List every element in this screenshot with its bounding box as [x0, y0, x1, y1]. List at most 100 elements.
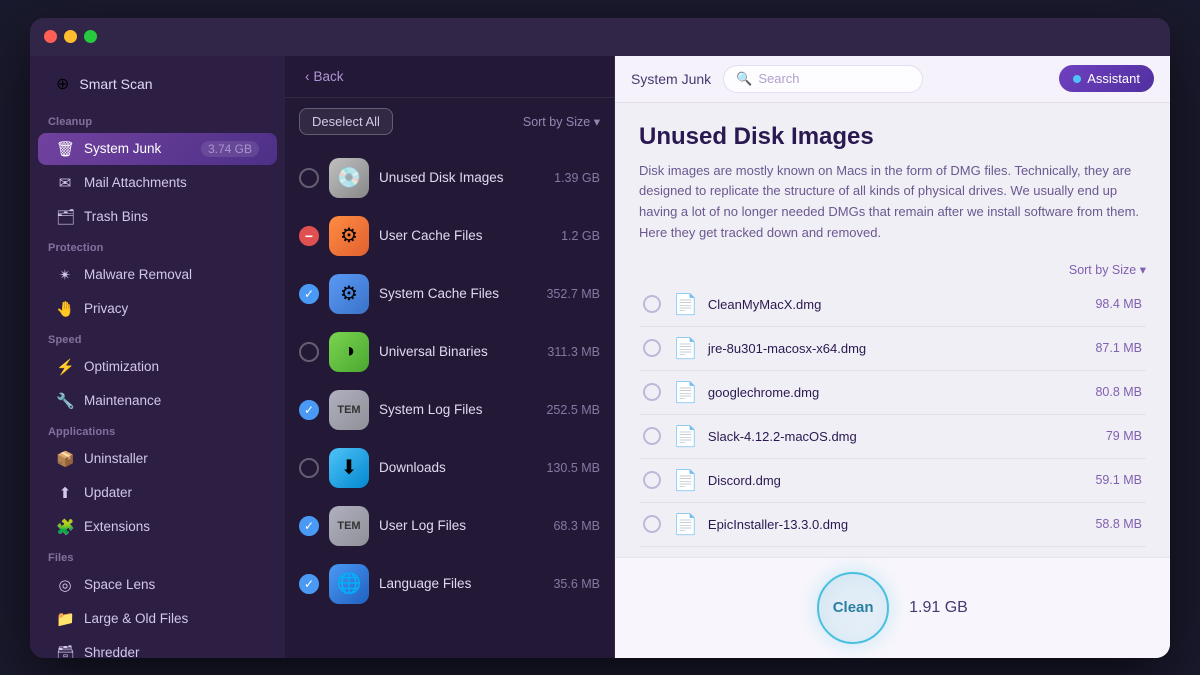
sidebar-item-mail-attachments[interactable]: ✉ Mail Attachments [38, 167, 277, 199]
list-item[interactable]: ✓ TEM System Log Files 252.5 MB [285, 381, 614, 439]
sidebar-item-optimization[interactable]: ⚡ Optimization [38, 351, 277, 383]
sidebar-smart-scan-label: Smart Scan [79, 76, 152, 92]
sidebar-item-label: Mail Attachments [84, 175, 187, 190]
minimize-button[interactable] [64, 30, 77, 43]
dmg-list-item[interactable]: 📄 Discord.dmg 59.1 MB [639, 459, 1146, 503]
malware-icon: ✴ [56, 266, 74, 284]
assistant-button[interactable]: Assistant [1059, 65, 1154, 92]
trash-icon: 🗂 [56, 208, 74, 226]
file-type-icon: ⚙ [329, 216, 369, 256]
middle-panel: ‹ Back Deselect All Sort by Size ▾ 💿 Unu… [285, 56, 615, 658]
sidebar-item-privacy[interactable]: 🤚 Privacy [38, 293, 277, 325]
list-item[interactable]: ⬇ Downloads 130.5 MB [285, 439, 614, 497]
page-description: Disk images are mostly known on Macs in … [639, 161, 1146, 244]
dmg-name: Slack-4.12.2-macOS.dmg [708, 429, 1106, 444]
dmg-list-item[interactable]: 📄 Slack-4.12.2-macOS.dmg 79 MB [639, 415, 1146, 459]
sidebar-item-updater[interactable]: ⬆ Updater [38, 477, 277, 509]
dmg-name: googlechrome.dmg [708, 385, 1096, 400]
right-footer: Clean 1.91 GB [615, 557, 1170, 658]
sidebar-item-space-lens[interactable]: ◎ Space Lens [38, 569, 277, 601]
deselect-all-button[interactable]: Deselect All [299, 108, 393, 135]
file-name: Universal Binaries [379, 344, 488, 359]
sidebar-item-label: Large & Old Files [84, 611, 188, 626]
sidebar-item-maintenance[interactable]: 🔧 Maintenance [38, 385, 277, 417]
list-item[interactable]: ◑ Universal Binaries 311.3 MB [285, 323, 614, 381]
sidebar-item-label: Maintenance [84, 393, 161, 408]
file-checkbox[interactable]: ✓ [299, 400, 319, 420]
dmg-radio[interactable] [643, 383, 661, 401]
right-panel: System Junk 🔍 Assistant Unused Disk Imag… [615, 56, 1170, 658]
right-sort-area: Sort by Size ▾ [639, 262, 1146, 277]
sidebar-item-uninstaller[interactable]: 📦 Uninstaller [38, 443, 277, 475]
dmg-radio[interactable] [643, 427, 661, 445]
file-checkbox[interactable]: ✓ [299, 574, 319, 594]
file-name: Downloads [379, 460, 446, 475]
file-name: User Log Files [379, 518, 466, 533]
sort-by-size-button[interactable]: Sort by Size ▾ [523, 114, 600, 129]
dmg-radio[interactable] [643, 295, 661, 313]
shredder-icon: 🗃 [56, 644, 74, 658]
close-button[interactable] [44, 30, 57, 43]
file-size: 1.2 GB [561, 229, 600, 243]
dmg-name: CleanMyMacX.dmg [708, 297, 1096, 312]
dmg-list-item[interactable]: 📄 EpicInstaller-13.3.0.dmg 58.8 MB [639, 503, 1146, 547]
list-item[interactable]: ✓ TEM User Log Files 68.3 MB [285, 497, 614, 555]
file-checkbox[interactable] [299, 458, 319, 478]
page-title: Unused Disk Images [639, 123, 1146, 151]
file-checkbox[interactable] [299, 342, 319, 362]
dmg-size: 79 MB [1106, 429, 1142, 443]
file-size: 311.3 MB [547, 345, 600, 359]
back-button[interactable]: ‹ Back [299, 66, 350, 87]
list-item[interactable]: ✓ 🌐 Language Files 35.6 MB [285, 555, 614, 613]
dmg-list-item[interactable]: 📄 VisualStudioForMacInstaller__b440167bc… [639, 547, 1146, 557]
maximize-button[interactable] [84, 30, 97, 43]
sidebar-section-cleanup: Cleanup [30, 108, 285, 132]
dmg-file-icon: 📄 [673, 380, 698, 405]
clean-button[interactable]: Clean [817, 572, 889, 644]
mail-icon: ✉ [56, 174, 74, 192]
file-checkbox[interactable]: − [299, 226, 319, 246]
optimization-icon: ⚡ [56, 358, 74, 376]
system-junk-icon: 🗑 [56, 140, 74, 158]
file-checkbox[interactable]: ✓ [299, 516, 319, 536]
dmg-list-item[interactable]: 📄 jre-8u301-macosx-x64.dmg 87.1 MB [639, 327, 1146, 371]
updater-icon: ⬆ [56, 484, 74, 502]
back-chevron-icon: ‹ [305, 69, 310, 84]
right-sort-button[interactable]: Sort by Size ▾ [1069, 262, 1146, 277]
sidebar-item-label: Extensions [84, 519, 150, 534]
dmg-radio[interactable] [643, 515, 661, 533]
file-type-icon: ⬇ [329, 448, 369, 488]
file-type-icon: TEM [329, 390, 369, 430]
sidebar-section-files: Files [30, 544, 285, 568]
file-name: Language Files [379, 576, 471, 591]
dmg-list-item[interactable]: 📄 CleanMyMacX.dmg 98.4 MB [639, 283, 1146, 327]
sidebar-section-speed: Speed [30, 326, 285, 350]
sidebar-item-trash-bins[interactable]: 🗂 Trash Bins [38, 201, 277, 233]
list-item[interactable]: − ⚙ User Cache Files 1.2 GB [285, 207, 614, 265]
dmg-name: Discord.dmg [708, 473, 1096, 488]
main-content: ⊕ Smart Scan Cleanup 🗑 System Junk 3.74 … [30, 56, 1170, 658]
sidebar-item-label: Updater [84, 485, 132, 500]
sidebar-item-extensions[interactable]: 🧩 Extensions [38, 511, 277, 543]
sidebar-item-smart-scan[interactable]: ⊕ Smart Scan [38, 66, 277, 102]
sidebar-item-shredder[interactable]: 🗃 Shredder [38, 637, 277, 658]
search-input[interactable] [758, 71, 934, 86]
file-type-icon: ◑ [329, 332, 369, 372]
file-checkbox[interactable] [299, 168, 319, 188]
file-size: 68.3 MB [553, 519, 600, 533]
middle-topbar: ‹ Back [285, 56, 614, 98]
sidebar-item-large-old-files[interactable]: 📁 Large & Old Files [38, 603, 277, 635]
sidebar-item-system-junk[interactable]: 🗑 System Junk 3.74 GB [38, 133, 277, 165]
sidebar-item-label: Malware Removal [84, 267, 192, 282]
dmg-list-item[interactable]: 📄 googlechrome.dmg 80.8 MB [639, 371, 1146, 415]
file-size: 352.7 MB [546, 287, 600, 301]
sidebar-item-malware-removal[interactable]: ✴ Malware Removal [38, 259, 277, 291]
list-item[interactable]: ✓ ⚙ System Cache Files 352.7 MB [285, 265, 614, 323]
dmg-size: 87.1 MB [1095, 341, 1142, 355]
search-box[interactable]: 🔍 [723, 65, 923, 93]
dmg-radio[interactable] [643, 471, 661, 489]
dmg-file-icon: 📄 [673, 512, 698, 537]
file-checkbox[interactable]: ✓ [299, 284, 319, 304]
list-item[interactable]: 💿 Unused Disk Images 1.39 GB [285, 149, 614, 207]
dmg-radio[interactable] [643, 339, 661, 357]
